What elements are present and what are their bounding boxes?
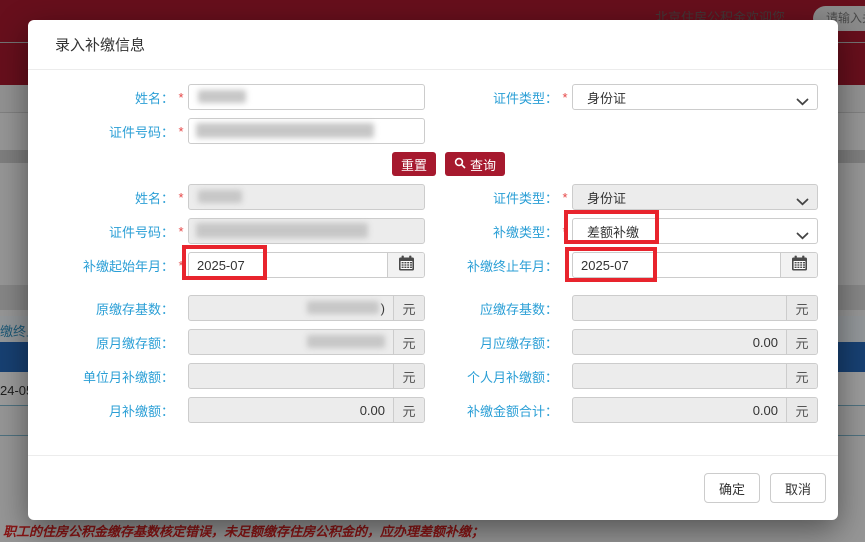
redacted-value (307, 301, 379, 314)
cert-type-value: 身份证 (587, 88, 626, 107)
required-marker: * (174, 90, 188, 105)
dialog-footer: 确定 取消 (28, 455, 838, 520)
calendar-icon (398, 255, 415, 276)
unit-label: 元 (786, 296, 817, 320)
total-supplement-input (573, 398, 786, 422)
unit-label: 元 (393, 398, 424, 422)
end-month-calendar-button[interactable] (780, 253, 817, 277)
unit-label: 元 (393, 364, 424, 388)
required-marker: * (174, 224, 188, 239)
cancel-button[interactable]: 取消 (770, 473, 826, 503)
unit-supplement-label: 单位月补缴额： (28, 367, 174, 386)
amount-row: 月补缴额： 元 补缴金额合计： 元 (28, 397, 838, 423)
dialog-header: 录入补缴信息 (28, 20, 838, 70)
supplement-type-value: 差额补缴 (587, 222, 639, 241)
orig-monthly-label: 原月缴存额： (28, 333, 174, 352)
reset-button-label: 重置 (401, 155, 427, 174)
required-marker: * (174, 258, 188, 273)
unit-label: 元 (393, 296, 424, 320)
due-base-input (573, 296, 786, 320)
unit-supplement-input (189, 364, 393, 388)
cert-type-value: 身份证 (587, 188, 626, 207)
required-marker: * (558, 190, 572, 205)
search-button-label: 查询 (470, 155, 496, 174)
monthly-supplement-label: 月补缴额： (28, 401, 174, 420)
redacted-value (196, 123, 374, 138)
total-supplement-label: 补缴金额合计： (425, 401, 558, 420)
start-month-input[interactable] (189, 253, 387, 277)
required-marker: * (174, 190, 188, 205)
dialog-body: 姓名： * 证件类型： * 身份证 证件号码： * (28, 70, 838, 455)
dialog-title: 录入补缴信息 (55, 34, 145, 55)
due-monthly-input (573, 330, 786, 354)
search-icon (454, 157, 466, 172)
unit-label: 元 (786, 330, 817, 354)
detail-row-dates: 补缴起始年月： * 补缴终止年月： (28, 252, 838, 278)
cert-no-label: 证件号码： (28, 122, 174, 141)
amount-row: 单位月补缴额： 元 个人月补缴额： 元 (28, 363, 838, 389)
query-row-name: 姓名： * 证件类型： * 身份证 (28, 84, 838, 110)
supplement-type-select[interactable]: 差额补缴 (572, 218, 818, 244)
search-button[interactable]: 查询 (445, 152, 505, 176)
cert-no-label: 证件号码： (28, 222, 174, 241)
end-month-label: 补缴终止年月： (425, 256, 558, 275)
monthly-supplement-input (189, 398, 393, 422)
detail-cert-type-select: 身份证 (572, 184, 818, 210)
required-marker: * (558, 224, 572, 239)
due-monthly-label: 月应缴存额： (425, 333, 558, 352)
orig-base-label: 原缴存基数： (28, 299, 174, 318)
query-actions: 重置 查询 (392, 152, 505, 176)
cert-type-label: 证件类型： (425, 88, 558, 107)
name-label: 姓名： (28, 188, 174, 207)
personal-supplement-label: 个人月补缴额： (425, 367, 558, 386)
chevron-down-icon (796, 94, 809, 109)
cert-type-label: 证件类型： (425, 188, 558, 207)
calendar-icon (791, 255, 808, 276)
query-row-certno: 证件号码： * (28, 118, 838, 144)
unit-label: 元 (786, 398, 817, 422)
detail-row-name: 姓名： * 证件类型： * 身份证 (28, 184, 838, 210)
amount-row: 原月缴存额： 元 月应缴存额： 元 (28, 329, 838, 355)
required-marker: * (174, 124, 188, 139)
unit-label: 元 (393, 330, 424, 354)
confirm-button[interactable]: 确定 (704, 473, 760, 503)
end-month-input[interactable] (573, 253, 780, 277)
redacted-value (198, 90, 246, 103)
start-month-label: 补缴起始年月： (28, 256, 174, 275)
detail-row-certno-type: 证件号码： * 补缴类型： * 差额补缴 (28, 218, 838, 244)
chevron-down-icon (796, 194, 809, 209)
supplement-type-label: 补缴类型： (425, 222, 558, 241)
amount-row: 原缴存基数： 元 应缴存基数： 元 (28, 295, 838, 321)
start-month-calendar-button[interactable] (387, 253, 424, 277)
redacted-value (307, 335, 385, 348)
query-cert-type-select[interactable]: 身份证 (572, 84, 818, 110)
name-label: 姓名： (28, 88, 174, 107)
unit-label: 元 (786, 364, 817, 388)
chevron-down-icon (796, 228, 809, 243)
personal-supplement-input (573, 364, 786, 388)
redacted-value (198, 190, 242, 203)
reset-button[interactable]: 重置 (392, 152, 436, 176)
redacted-value (196, 223, 368, 238)
supplement-entry-dialog: 录入补缴信息 姓名： * 证件类型： * 身份证 证件 (28, 20, 838, 520)
required-marker: * (558, 90, 572, 105)
due-base-label: 应缴存基数： (425, 299, 558, 318)
